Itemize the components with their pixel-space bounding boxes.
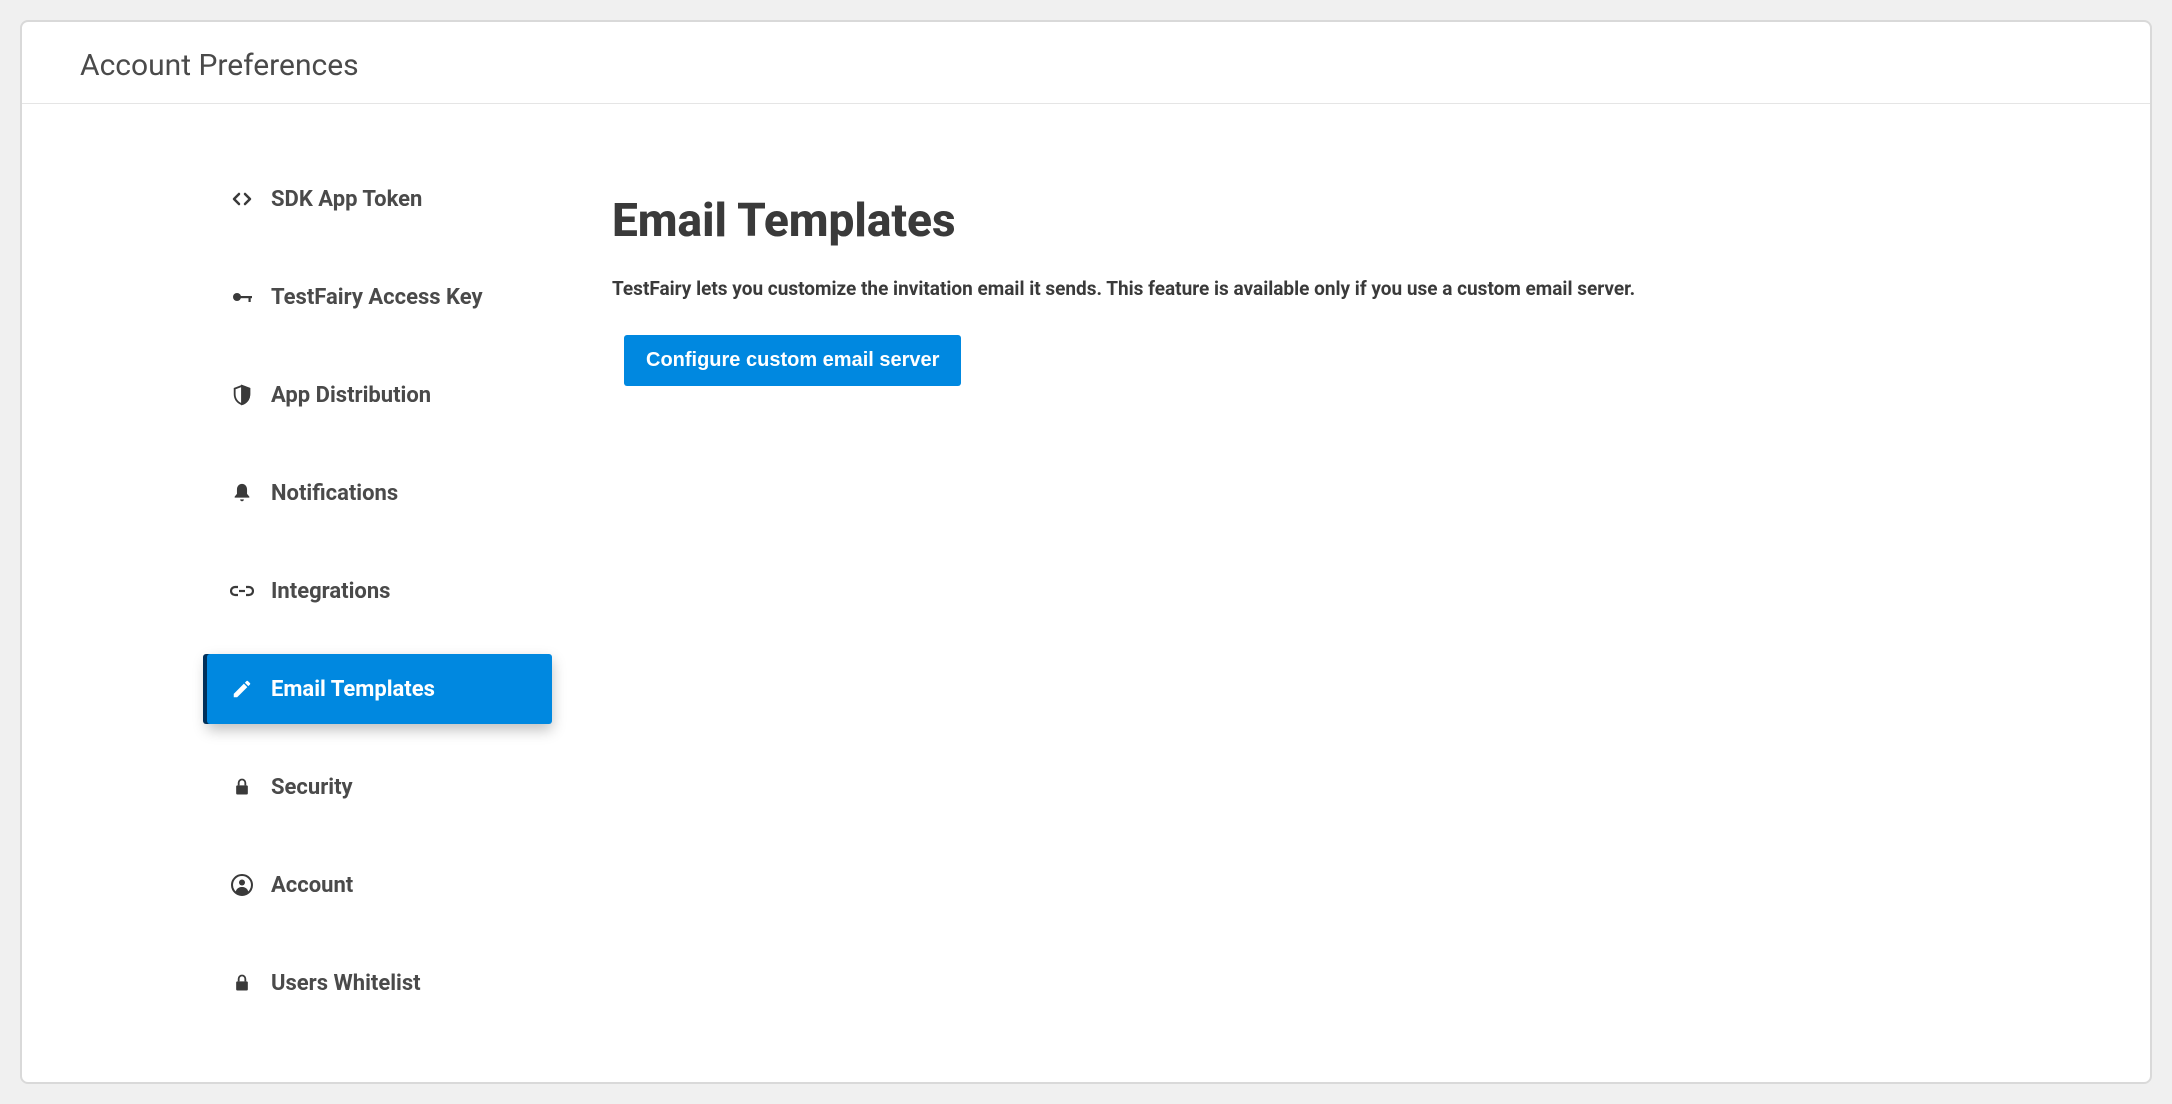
sidebar-item-security[interactable]: Security bbox=[207, 752, 552, 822]
sidebar-item-app-distribution[interactable]: App Distribution bbox=[207, 360, 552, 430]
sidebar-item-integrations[interactable]: Integrations bbox=[207, 556, 552, 626]
code-icon bbox=[229, 186, 255, 212]
sidebar: SDK App Token TestFairy Access Key App D… bbox=[22, 164, 552, 1082]
key-icon bbox=[229, 284, 255, 310]
sidebar-item-notifications[interactable]: Notifications bbox=[207, 458, 552, 528]
sidebar-item-label: Security bbox=[271, 775, 353, 800]
sidebar-item-label: TestFairy Access Key bbox=[271, 285, 483, 310]
sidebar-item-label: Notifications bbox=[271, 481, 398, 506]
header: Account Preferences bbox=[22, 22, 2150, 104]
lock-icon bbox=[229, 774, 255, 800]
content: Email Templates TestFairy lets you custo… bbox=[552, 164, 2150, 1082]
sidebar-item-access-key[interactable]: TestFairy Access Key bbox=[207, 262, 552, 332]
shield-icon bbox=[229, 382, 255, 408]
sidebar-item-users-whitelist[interactable]: Users Whitelist bbox=[207, 948, 552, 1018]
lock-icon bbox=[229, 970, 255, 996]
content-title: Email Templates bbox=[612, 194, 2070, 248]
sidebar-item-label: SDK App Token bbox=[271, 187, 422, 212]
sidebar-item-sdk-app-token[interactable]: SDK App Token bbox=[207, 164, 552, 234]
sidebar-item-label: App Distribution bbox=[271, 383, 431, 408]
configure-email-server-button[interactable]: Configure custom email server bbox=[624, 335, 961, 386]
sidebar-item-email-templates[interactable]: Email Templates bbox=[207, 654, 552, 724]
link-icon bbox=[229, 578, 255, 604]
pencil-icon bbox=[229, 676, 255, 702]
page-title: Account Preferences bbox=[80, 48, 2092, 83]
sidebar-item-account[interactable]: Account bbox=[207, 850, 552, 920]
sidebar-item-label: Email Templates bbox=[271, 677, 435, 702]
preferences-window: Account Preferences SDK App Token TestFa… bbox=[20, 20, 2152, 1084]
body: SDK App Token TestFairy Access Key App D… bbox=[22, 104, 2150, 1082]
sidebar-item-label: Integrations bbox=[271, 579, 390, 604]
bell-icon bbox=[229, 480, 255, 506]
content-description: TestFairy lets you customize the invitat… bbox=[612, 276, 2070, 303]
sidebar-item-label: Users Whitelist bbox=[271, 971, 421, 996]
person-circle-icon bbox=[229, 872, 255, 898]
sidebar-item-label: Account bbox=[271, 873, 353, 898]
